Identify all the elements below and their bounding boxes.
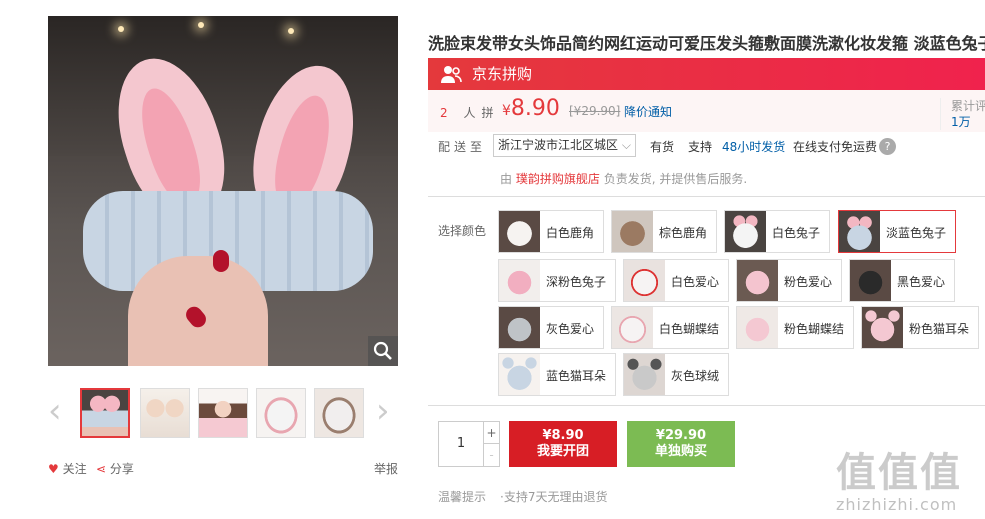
gallery-actions: ♥ 关注 ⋖ 分享 举报 (48, 460, 398, 476)
favorite-link[interactable]: ♥ 关注 (48, 460, 87, 477)
swatch (612, 307, 653, 348)
color-option[interactable]: 蓝色猫耳朵 (498, 353, 616, 396)
quantity-stepper: 1 + - (438, 421, 500, 467)
divider (428, 405, 985, 406)
thumbnail[interactable] (198, 388, 248, 438)
chevron-down-icon: ⌵ (621, 138, 631, 152)
swatch (499, 307, 540, 348)
quantity-input[interactable]: 1 (439, 422, 483, 466)
plus-icon[interactable]: + (483, 422, 499, 444)
delivery-label: 配送至 (438, 140, 487, 154)
color-option[interactable]: 深粉色兔子 (498, 259, 616, 302)
price-box: 2 人拼 ¥8.90 [¥29.90] 降价通知 累计评 1万 (428, 90, 985, 132)
thumbnail[interactable] (314, 388, 364, 438)
chevron-right-icon[interactable]: › (376, 394, 390, 428)
color-option[interactable]: 灰色球绒 (623, 353, 729, 396)
tips-label: 温馨提示 (438, 490, 487, 504)
group-price: ¥8.90 (502, 96, 560, 121)
color-option-selected[interactable]: 淡蓝色兔子 (838, 210, 956, 253)
color-option[interactable]: 白色鹿角 (498, 210, 604, 253)
payment-info: 在线支付免运费 (793, 140, 878, 154)
minus-icon[interactable]: - (483, 444, 499, 466)
photo-light (198, 22, 204, 28)
start-group-button[interactable]: ¥8.90 我要开团 (509, 421, 617, 467)
divider (428, 196, 985, 197)
chevron-left-icon[interactable]: ‹ (48, 394, 62, 428)
price-notice-link[interactable]: 降价通知 (624, 103, 672, 120)
swatch (725, 211, 766, 252)
help-icon[interactable]: ? (879, 138, 896, 155)
buy-alone-button[interactable]: ¥29.90 单独购买 (627, 421, 735, 467)
color-option[interactable]: 灰色爱心 (498, 306, 604, 349)
pin-banner-label: 京东拼购 (472, 65, 533, 83)
address-selector[interactable]: 浙江宁波市江北区城区 ⌵ (493, 134, 636, 157)
swatch (612, 211, 653, 252)
swatch (850, 260, 891, 301)
color-label: 选择颜色 (438, 224, 487, 238)
swatch (737, 260, 778, 301)
watermark-logo: 值值值 zhizhizhi.com (836, 450, 962, 514)
share-link[interactable]: ⋖ 分享 (96, 460, 134, 477)
main-product-image[interactable] (48, 16, 398, 366)
review-summary[interactable]: 累计评 1万 (940, 98, 985, 130)
thumbnail-strip: ‹ › (48, 386, 398, 442)
delivery-row: 配送至 浙江宁波市江北区城区 ⌵ 有货 支持 48小时发货 在线支付免运费 ? (438, 134, 985, 157)
thumbnail[interactable] (256, 388, 306, 438)
pin-banner: 京东拼购 (428, 58, 985, 90)
support-label: 支持 (688, 140, 713, 154)
color-option[interactable]: 白色兔子 (724, 210, 830, 253)
tips-row: 温馨提示 ·支持7天无理由退货 (438, 488, 607, 505)
fast-shipping-link[interactable]: 48小时发货 (722, 138, 785, 156)
color-option[interactable]: 粉色蝴蝶结 (736, 306, 854, 349)
heart-icon: ♥ (48, 462, 59, 476)
group-buy-icon (440, 64, 462, 89)
seller-info: 由 璞韵拼购旗舰店 负责发货, 并提供售后服务. (500, 172, 748, 186)
color-option[interactable]: 棕色鹿角 (611, 210, 717, 253)
swatch (737, 307, 778, 348)
swatch (624, 354, 665, 395)
color-option[interactable]: 黑色爱心 (849, 259, 955, 302)
color-option[interactable]: 白色爱心 (623, 259, 729, 302)
photo-light (288, 28, 294, 34)
color-option[interactable]: 白色蝴蝶结 (611, 306, 729, 349)
thumbnail[interactable] (140, 388, 190, 438)
swatch (499, 211, 540, 252)
group-size: 2 人拼 (440, 106, 500, 120)
share-icon: ⋖ (96, 462, 107, 476)
report-link[interactable]: 举报 (374, 460, 398, 477)
product-title: 洗脸束发带女头饰品简约网红运动可爱压发头箍敷面膜洗漱化妆发箍 淡蓝色兔子 (428, 34, 985, 53)
stock-status: 有货 (650, 140, 675, 154)
swatch (499, 354, 540, 395)
swatch (839, 211, 880, 252)
magnifier-icon[interactable] (368, 336, 398, 366)
tips-text: ·支持7天无理由退货 (500, 490, 608, 504)
swatch (624, 260, 665, 301)
color-option[interactable]: 粉色爱心 (736, 259, 842, 302)
color-option[interactable]: 粉色猫耳朵 (861, 306, 979, 349)
photo-light (118, 26, 124, 32)
nail (213, 250, 229, 272)
shop-link[interactable]: 璞韵拼购旗舰店 (516, 172, 600, 186)
thumbnail[interactable] (80, 388, 130, 438)
swatch (499, 260, 540, 301)
swatch (862, 307, 903, 348)
original-price: [¥29.90] (569, 104, 621, 118)
